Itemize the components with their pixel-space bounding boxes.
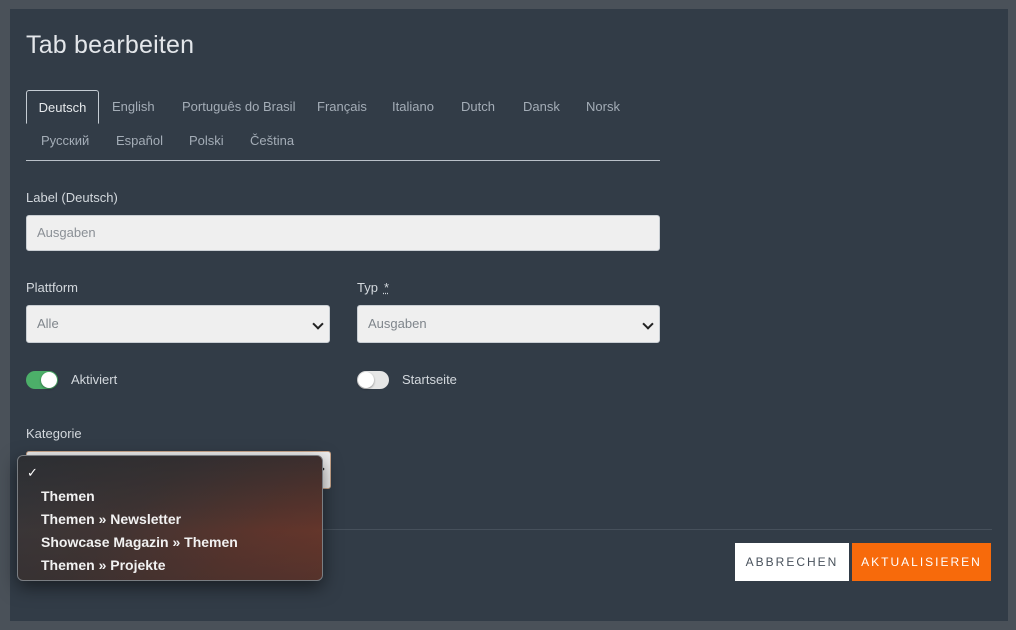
chevron-down-icon xyxy=(312,318,324,330)
cancel-button[interactable]: ABBRECHEN xyxy=(735,543,849,581)
tab-polski[interactable]: Polski xyxy=(189,124,224,158)
dialog-title: Tab bearbeiten xyxy=(26,31,195,59)
kategorie-dropdown: ✓ Themen Themen » Newsletter Showcase Ma… xyxy=(17,455,323,581)
label-field-label: Label (Deutsch) xyxy=(26,190,118,205)
tab-dutch[interactable]: Dutch xyxy=(461,90,495,124)
update-button[interactable]: AKTUALISIEREN xyxy=(852,543,991,581)
tab-espanol[interactable]: Español xyxy=(116,124,163,158)
language-tabs: Deutsch English Português do Brasil Fran… xyxy=(26,90,660,161)
tab-francais[interactable]: Français xyxy=(317,90,367,124)
tab-italiano[interactable]: Italiano xyxy=(392,90,434,124)
label-input[interactable]: Ausgaben xyxy=(26,215,660,251)
plattform-label: Plattform xyxy=(26,280,79,295)
kategorie-option[interactable]: Themen » Projekte xyxy=(41,557,166,573)
kategorie-label: Kategorie xyxy=(26,426,82,441)
checkmark-icon: ✓ xyxy=(27,465,38,480)
typ-label: Typ * xyxy=(357,280,389,295)
tab-russkiy[interactable]: Русский xyxy=(41,124,89,158)
startseite-label: Startseite xyxy=(402,372,457,387)
chevron-down-icon xyxy=(642,318,654,330)
typ-label-text: Typ xyxy=(357,280,378,295)
tab-cestina[interactable]: Čeština xyxy=(250,124,294,158)
tab-deutsch[interactable]: Deutsch xyxy=(26,90,99,124)
typ-select[interactable]: Ausgaben xyxy=(357,305,660,343)
aktiviert-toggle[interactable] xyxy=(26,371,58,389)
toggle-knob xyxy=(358,372,374,388)
tab-english[interactable]: English xyxy=(112,90,155,124)
required-mark: * xyxy=(383,280,390,295)
plattform-select[interactable]: Alle xyxy=(26,305,330,343)
aktiviert-label: Aktiviert xyxy=(71,372,118,387)
plattform-value: Alle xyxy=(37,316,59,331)
label-input-placeholder: Ausgaben xyxy=(37,225,96,240)
tab-dansk[interactable]: Dansk xyxy=(523,90,560,124)
tab-norsk[interactable]: Norsk xyxy=(586,90,620,124)
typ-value: Ausgaben xyxy=(368,316,427,331)
startseite-toggle[interactable] xyxy=(357,371,389,389)
kategorie-option[interactable]: Themen xyxy=(41,488,95,504)
tab-portugues[interactable]: Português do Brasil xyxy=(182,90,295,124)
toggle-knob xyxy=(41,372,57,388)
kategorie-option[interactable]: Themen » Newsletter xyxy=(41,511,181,527)
kategorie-option[interactable]: Showcase Magazin » Themen xyxy=(41,534,238,550)
